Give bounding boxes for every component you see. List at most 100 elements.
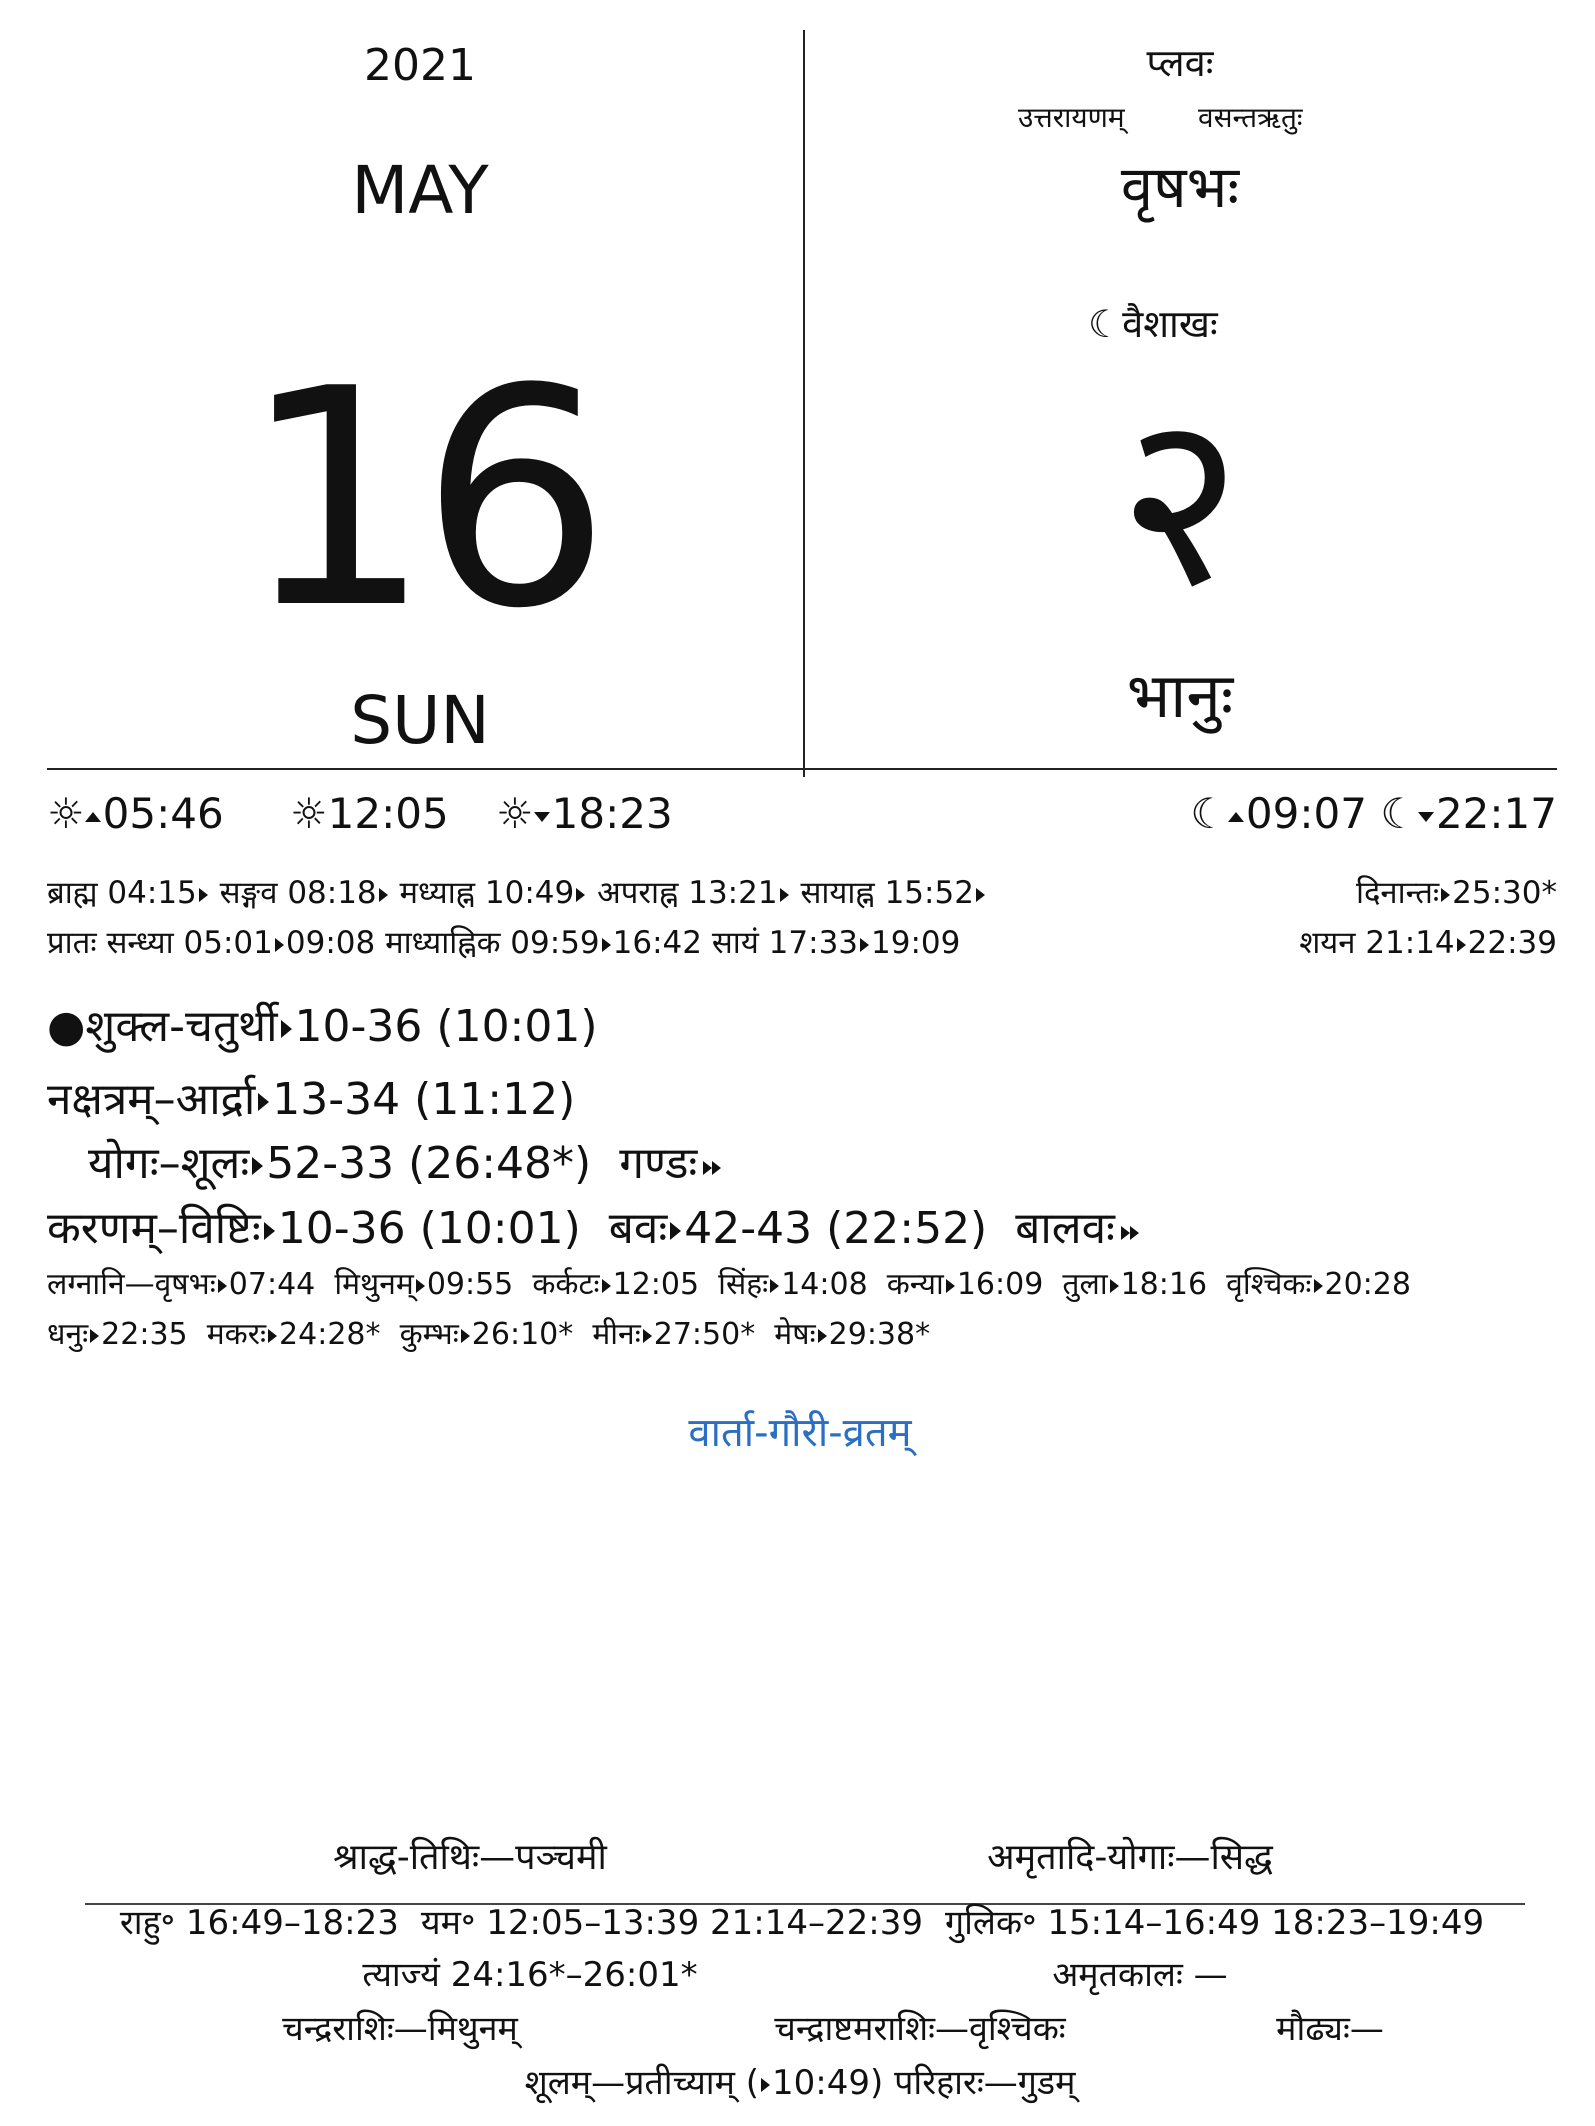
arrow-icon xyxy=(817,1328,827,1343)
lagnas-label: लग्नानि—वृषभः xyxy=(47,1267,216,1302)
sunrise-time: 05:46 xyxy=(102,789,224,838)
yoga-next: गण्डः xyxy=(619,1138,698,1189)
lagna-time: 22:35 xyxy=(101,1317,188,1352)
lagna-name: कन्या xyxy=(886,1267,944,1302)
arrow-icon xyxy=(1313,1278,1323,1293)
kala-time: 04:15 xyxy=(107,875,197,911)
shulam-time: 10:49 xyxy=(772,2063,870,2103)
yoga-time: (26:48*) xyxy=(408,1138,592,1189)
arrow-icon xyxy=(1109,1278,1119,1293)
arrow-icon xyxy=(860,937,870,952)
gulika-kala: गुलिक॰ 15:14–16:49 18:23–19:49 xyxy=(944,1903,1485,1943)
ritu: वसन्तऋतुः xyxy=(1198,101,1303,134)
moon-times: ☾ 09:07 ☾ 22:17 xyxy=(1100,793,1557,835)
festival: वार्ता-गौरी-व्रतम् xyxy=(688,1410,912,1456)
rahu-kala: राहु॰ 16:49–18:23 xyxy=(119,1903,399,1943)
yoga-ghati: 52-33 xyxy=(266,1138,395,1189)
time: 19:09 xyxy=(871,925,961,961)
moonset-time: 22:17 xyxy=(1435,789,1557,838)
lunar-month-line: ☾वैशाखः xyxy=(1088,305,1218,343)
sandhya-row: प्रातः सन्ध्या 05:01 09:08 माध्याह्निक 09… xyxy=(47,928,960,959)
sunset: ☼ 18:23 xyxy=(496,793,673,835)
dinanta-time: 25:30* xyxy=(1452,875,1557,911)
tyajyam: त्याज्यं 24:16*–26:01* xyxy=(362,1955,698,1995)
tithi-line: ●शुक्ल-चतुर्थी 10-36 (10:01) xyxy=(47,1005,598,1049)
arrow-icon xyxy=(1456,937,1466,952)
horizontal-divider xyxy=(47,768,1557,770)
nakshatra-time: (11:12) xyxy=(414,1074,576,1125)
month: MAY xyxy=(351,152,489,229)
time: 16:42 xyxy=(612,925,702,961)
year: 2021 xyxy=(364,40,476,91)
amritakala: अमृतकालः — xyxy=(1052,1955,1228,1995)
inauspicious-times: राहु॰ 16:49–18:23 यम॰ 12:05–13:39 21:14–2… xyxy=(47,1906,1557,1940)
maudhya: मौढ्यः— xyxy=(1276,2009,1384,2049)
shayana: शयन 21:14 22:39 xyxy=(1200,928,1557,959)
time: 21:14 xyxy=(1365,925,1455,961)
lunar-month: वैशाखः xyxy=(1122,302,1218,346)
arrow-icon xyxy=(460,1328,470,1343)
ayana: उत्तरायणम् xyxy=(1018,101,1125,134)
arrow-icon xyxy=(770,1278,780,1293)
moon-icon: ☾ xyxy=(1380,789,1418,838)
arrow-icon xyxy=(217,1278,227,1293)
arrow-icon xyxy=(258,1093,270,1111)
arrow-icon xyxy=(378,887,388,902)
vertical-divider xyxy=(803,30,805,777)
time: 09:59 xyxy=(510,925,600,961)
tithi-time: (10:01) xyxy=(436,1001,598,1052)
lagna-time: 16:09 xyxy=(956,1267,1044,1302)
dinanta: दिनान्तः 25:30* xyxy=(1200,878,1557,909)
madhyahnika-label: माध्याह्निक xyxy=(385,925,501,961)
arrow-icon xyxy=(642,1328,652,1343)
lagna-time: 29:38* xyxy=(828,1317,931,1352)
samvatsara: प्लवः xyxy=(1146,41,1214,85)
lagnas-row-2: धनुः 22:35 मकरः 24:28* कुम्भः 26:10* मीनः 27… xyxy=(47,1320,930,1350)
lagna-time: 18:16 xyxy=(1120,1267,1208,1302)
arrow-icon xyxy=(268,1328,278,1343)
rashi-month: वृषभः xyxy=(1120,153,1240,221)
solar-noon: ☼12:05 xyxy=(290,793,449,835)
karana-name: करणम्–विष्टिः xyxy=(47,1203,261,1254)
arrow-icon xyxy=(198,887,208,902)
karana-next: बालवः xyxy=(1015,1203,1115,1254)
karana2-ghati: 42-43 xyxy=(684,1203,813,1254)
noon-time: 12:05 xyxy=(327,789,449,838)
lagna-name: वृश्चिकः xyxy=(1226,1267,1312,1302)
lagna-time: 12:05 xyxy=(612,1267,700,1302)
tithi-ghati: 10-36 xyxy=(294,1001,423,1052)
kala-row: ब्राह्म 04:15 सङ्गव 08:18 मध्याह्न 10:49… xyxy=(47,878,987,909)
rise-arrow-icon xyxy=(1227,811,1244,822)
lagna-time: 07:44 xyxy=(228,1267,316,1302)
lagna-time: 27:50* xyxy=(653,1317,756,1352)
lagna-time: 14:08 xyxy=(781,1267,868,1302)
karana2-time: (22:52) xyxy=(826,1203,988,1254)
crescent-moon-icon: ☾ xyxy=(1088,302,1123,346)
fast-forward-icon xyxy=(1120,1209,1139,1253)
sunrise: ☼ 05:46 xyxy=(47,793,224,835)
time: 17:33 xyxy=(768,925,859,961)
set-arrow-icon xyxy=(1417,811,1434,822)
arrow-icon xyxy=(670,1222,682,1240)
arrow-icon xyxy=(1441,887,1451,902)
kala-label: मध्याह्न xyxy=(399,875,476,911)
moonrise-time: 09:07 xyxy=(1245,789,1367,838)
lunar-day: २ xyxy=(1117,360,1243,640)
kala-time: 08:18 xyxy=(287,875,377,911)
sun-icon: ☼ xyxy=(290,789,328,838)
arrow-icon xyxy=(280,1020,292,1038)
arrow-icon xyxy=(576,887,586,902)
lagna-time: 24:28* xyxy=(279,1317,381,1352)
day-number: 16 xyxy=(241,325,611,674)
arrow-icon xyxy=(252,1157,264,1175)
arrow-icon xyxy=(779,887,789,902)
shulam-line: शूलम्—प्रतीच्याम् (10:49) परिहारः—गुडम् xyxy=(524,2063,1076,2103)
lagna-name: मिथुनम् xyxy=(334,1267,414,1302)
rise-arrow-icon xyxy=(84,811,101,822)
shraddha-tithi: श्राद्ध-तिथिः—पञ्चमी xyxy=(333,1837,607,1878)
lagna-name: मेषः xyxy=(774,1317,816,1352)
nakshatra-ghati: 13-34 xyxy=(272,1074,401,1125)
kala-time: 10:49 xyxy=(484,875,575,911)
chandrashtama-rashi: चन्द्राष्टमराशिः—वृश्चिकः xyxy=(774,2009,1066,2049)
vara: भानुः xyxy=(1126,659,1234,732)
